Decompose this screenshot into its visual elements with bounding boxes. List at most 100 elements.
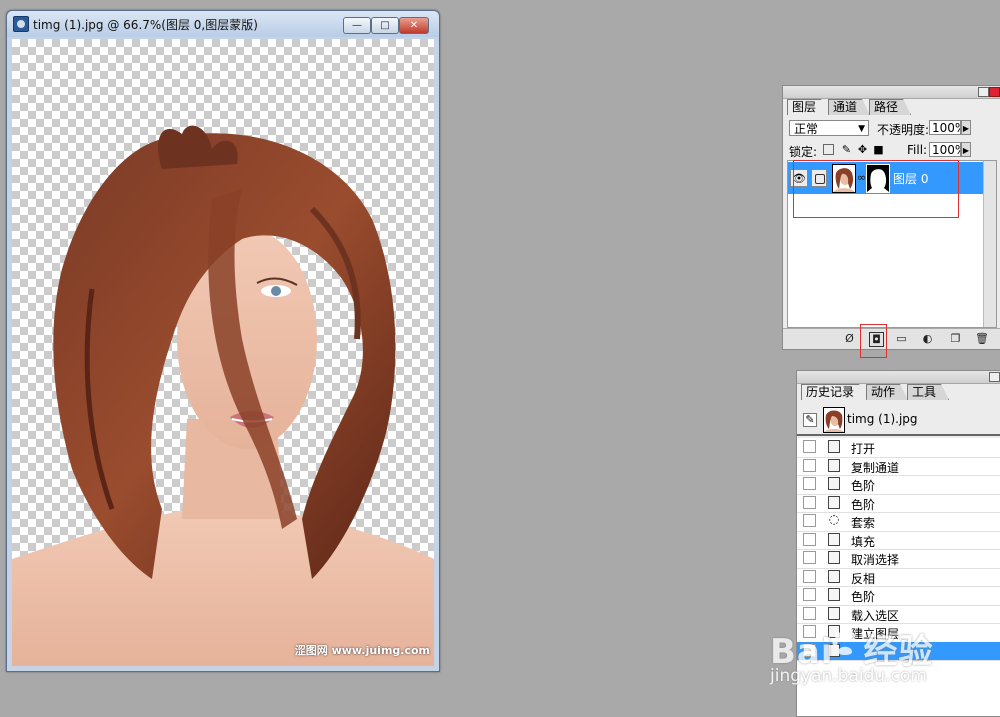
history-step-icon: [828, 625, 840, 638]
opacity-input[interactable]: 100%: [929, 120, 961, 135]
tab-channels[interactable]: 通道: [828, 99, 870, 115]
panel-header[interactable]: [797, 371, 1000, 384]
maximize-icon: □: [380, 19, 390, 31]
history-brush-source-checkbox[interactable]: [803, 569, 816, 583]
lock-all-icon[interactable]: ■: [873, 144, 884, 155]
link-layers-icon[interactable]: Ø: [843, 332, 856, 345]
tab-tools[interactable]: 工具: [907, 384, 949, 400]
history-brush-source-checkbox[interactable]: [803, 532, 816, 546]
layers-panel[interactable]: 图层 通道 路径 正常 ▼ 不透明度: 100% ▶ 锁定: ✎ ✥ ■ Fil…: [782, 85, 1000, 358]
panel-minimize-button[interactable]: [989, 372, 1000, 382]
history-item-label: 打开: [851, 442, 876, 456]
history-brush-source-checkbox[interactable]: [803, 606, 816, 620]
history-item[interactable]: 复制通道: [797, 457, 1000, 476]
portrait-image: [12, 125, 434, 666]
history-item[interactable]: 取消选择: [797, 549, 1000, 569]
history-item[interactable]: 反相: [797, 568, 1000, 587]
layers-scrollbar[interactable]: [983, 161, 996, 327]
history-item[interactable]: 色阶: [797, 475, 1000, 495]
history-step-icon: [828, 551, 840, 564]
history-item[interactable]: [797, 641, 1000, 661]
trash-icon[interactable]: 🗑: [975, 332, 989, 345]
history-brush-icon[interactable]: ✎: [803, 413, 817, 427]
history-step-icon: [828, 532, 840, 546]
document-title-bar[interactable]: timg (1).jpg @ 66.7%(图层 0,图层蒙版) — □ ✕: [7, 11, 439, 37]
history-item-label: 取消选择: [851, 553, 900, 567]
tab-history[interactable]: 历史记录: [801, 384, 867, 400]
history-step-icon: [828, 588, 840, 601]
history-brush-source-checkbox[interactable]: [803, 477, 816, 490]
history-item-label: 建立图层: [851, 627, 900, 641]
history-item[interactable]: 填充: [797, 531, 1000, 550]
opacity-arrow-icon[interactable]: ▶: [961, 120, 971, 135]
fill-arrow-icon[interactable]: ▶: [961, 142, 971, 157]
history-step-icon: [828, 495, 840, 509]
image-watermark: 涩图网 www.juimg.com: [294, 644, 430, 657]
history-item[interactable]: 载入选区: [797, 605, 1000, 624]
highlight-box: [793, 160, 959, 218]
history-step-icon: [828, 440, 840, 453]
history-item-label: 填充: [851, 534, 876, 549]
panel-header[interactable]: [783, 86, 1000, 99]
snapshot-name: timg (1).jpg: [847, 412, 918, 426]
tab-paths[interactable]: 路径: [869, 99, 911, 115]
history-brush-source-checkbox[interactable]: [803, 495, 816, 509]
lock-transparency-icon[interactable]: [823, 144, 834, 155]
maximize-button[interactable]: □: [371, 17, 399, 34]
snapshot-row[interactable]: ✎ timg (1).jpg: [797, 404, 1000, 436]
history-item[interactable]: 色阶: [797, 494, 1000, 513]
history-item-label: 复制通道: [851, 460, 900, 475]
history-brush-source-checkbox[interactable]: [803, 440, 816, 453]
history-step-icon: [828, 606, 840, 620]
image-canvas[interactable]: 涩图网 www.juimg.com: [12, 39, 434, 666]
history-step-icon: [828, 569, 840, 583]
history-brush-source-checkbox[interactable]: [803, 551, 816, 564]
history-item[interactable]: 建立图层: [797, 623, 1000, 643]
tab-layers[interactable]: 图层: [787, 99, 829, 115]
snapshot-thumbnail-image: [824, 408, 844, 432]
adjustment-layer-icon[interactable]: ◐: [921, 332, 934, 345]
history-item-label: 载入选区: [851, 608, 900, 623]
snapshot-thumbnail[interactable]: [823, 407, 845, 433]
fill-label: Fill:: [907, 143, 928, 157]
close-icon: ✕: [409, 19, 419, 31]
document-title: timg (1).jpg @ 66.7%(图层 0,图层蒙版): [33, 18, 258, 32]
new-layer-icon[interactable]: ❐: [949, 332, 962, 345]
history-tabs: 历史记录 动作 工具: [801, 384, 948, 400]
minimize-button[interactable]: —: [343, 17, 371, 34]
lock-move-icon[interactable]: ✥: [857, 144, 868, 155]
history-item[interactable]: ◌ 套索: [797, 512, 1000, 532]
lock-label: 锁定:: [789, 145, 818, 159]
history-brush-source-checkbox[interactable]: [803, 514, 816, 527]
history-item[interactable]: 色阶: [797, 586, 1000, 606]
layers-bottom-toolbar: Ø ◘ ▭ ◐ ❐ 🗑: [783, 328, 1000, 349]
history-brush-source-checkbox[interactable]: [803, 643, 816, 657]
history-item-label: 色阶: [851, 497, 876, 512]
history-brush-source-checkbox[interactable]: [803, 458, 816, 472]
history-item-label: 色阶: [851, 479, 876, 493]
minimize-icon: —: [352, 19, 362, 31]
opacity-label: 不透明度:: [877, 123, 930, 137]
chevron-down-icon: ▼: [858, 124, 865, 134]
tab-actions[interactable]: 动作: [866, 384, 908, 400]
close-button[interactable]: ✕: [399, 17, 429, 34]
layers-tabs: 图层 通道 路径: [787, 99, 910, 115]
history-item-label: 色阶: [851, 590, 876, 604]
history-step-icon: [828, 458, 840, 472]
blend-mode-value: 正常: [794, 122, 819, 136]
panel-close-button[interactable]: [989, 87, 1000, 97]
history-item[interactable]: 打开: [797, 438, 1000, 458]
panel-minimize-button[interactable]: [978, 87, 989, 97]
history-step-icon: [828, 477, 840, 490]
history-item-label: 反相: [851, 571, 876, 586]
document-window[interactable]: timg (1).jpg @ 66.7%(图层 0,图层蒙版) — □ ✕ 涩图…: [6, 10, 440, 672]
history-brush-source-checkbox[interactable]: [803, 625, 816, 638]
blend-mode-select[interactable]: 正常 ▼: [789, 120, 869, 136]
new-group-icon[interactable]: ▭: [895, 332, 908, 345]
lock-brush-icon[interactable]: ✎: [841, 144, 852, 155]
history-list[interactable]: 打开 复制通道 色阶 色阶 ◌ 套索 填充 取消选择 反相 色阶 载入选区 建立图层: [797, 438, 1000, 716]
history-brush-source-checkbox[interactable]: [803, 588, 816, 601]
history-panel[interactable]: 历史记录 动作 工具 ✎ timg (1).jpg 打开 复制通道 色阶 色阶 ◌ 套索填…: [796, 370, 1000, 717]
history-item-label: 套索: [851, 516, 876, 530]
fill-input[interactable]: 100%: [929, 142, 961, 157]
